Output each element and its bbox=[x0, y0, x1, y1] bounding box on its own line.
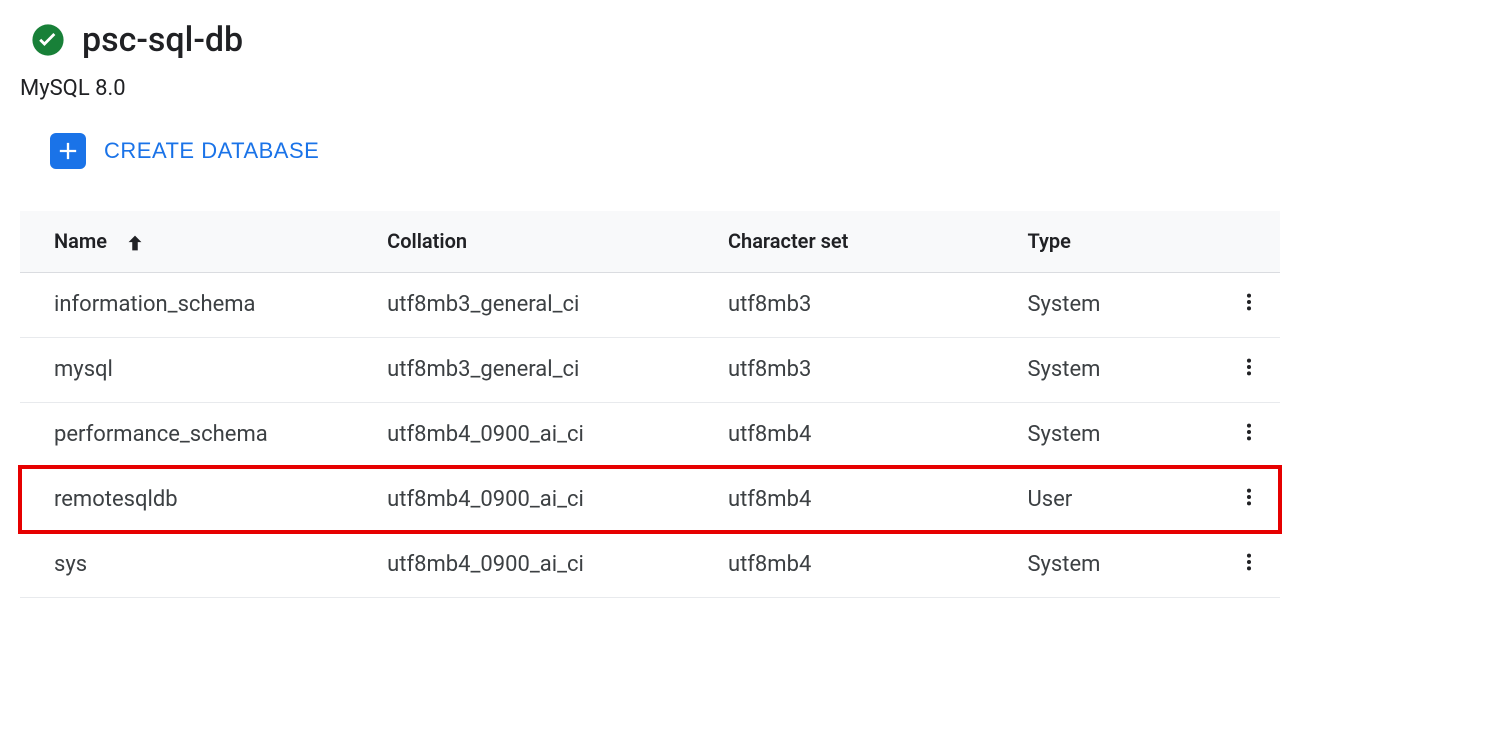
column-header-actions bbox=[1218, 211, 1280, 272]
databases-table: Name Collation Character set Type inform… bbox=[20, 211, 1280, 598]
type-cell: System bbox=[1011, 402, 1218, 467]
database-name-cell: remotesqldb bbox=[20, 467, 371, 532]
type-cell: System bbox=[1011, 532, 1218, 597]
more-vert-icon[interactable] bbox=[1238, 551, 1260, 573]
actions-cell bbox=[1218, 337, 1280, 402]
type-cell: System bbox=[1011, 272, 1218, 337]
collation-cell: utf8mb4_0900_ai_ci bbox=[371, 532, 712, 597]
instance-header: psc-sql-db bbox=[0, 20, 1503, 68]
table-row: performance_schemautf8mb4_0900_ai_ciutf8… bbox=[20, 402, 1280, 467]
database-name-cell: information_schema bbox=[20, 272, 371, 337]
actions-cell bbox=[1218, 532, 1280, 597]
sort-ascending-icon bbox=[124, 232, 146, 254]
database-name-cell: sys bbox=[20, 532, 371, 597]
table-row: mysqlutf8mb3_general_ciutf8mb3System bbox=[20, 337, 1280, 402]
charset-cell: utf8mb4 bbox=[712, 532, 1012, 597]
databases-table-container: Name Collation Character set Type inform… bbox=[20, 211, 1280, 598]
charset-cell: utf8mb3 bbox=[712, 272, 1012, 337]
plus-icon bbox=[50, 133, 86, 169]
table-row: remotesqldbutf8mb4_0900_ai_ciutf8mb4User bbox=[20, 467, 1280, 532]
column-header-charset[interactable]: Character set bbox=[712, 211, 1012, 272]
database-version: MySQL 8.0 bbox=[0, 68, 1503, 133]
instance-title: psc-sql-db bbox=[82, 20, 243, 60]
create-database-label: CREATE DATABASE bbox=[104, 138, 319, 164]
collation-cell: utf8mb3_general_ci bbox=[371, 337, 712, 402]
charset-cell: utf8mb4 bbox=[712, 467, 1012, 532]
more-vert-icon[interactable] bbox=[1238, 486, 1260, 508]
more-vert-icon[interactable] bbox=[1238, 356, 1260, 378]
actions-cell bbox=[1218, 467, 1280, 532]
database-name-cell: performance_schema bbox=[20, 402, 371, 467]
charset-cell: utf8mb4 bbox=[712, 402, 1012, 467]
column-header-name[interactable]: Name bbox=[20, 211, 371, 272]
column-header-collation[interactable]: Collation bbox=[371, 211, 712, 272]
column-header-type[interactable]: Type bbox=[1011, 211, 1218, 272]
column-header-name-label: Name bbox=[54, 229, 107, 253]
collation-cell: utf8mb4_0900_ai_ci bbox=[371, 467, 712, 532]
type-cell: User bbox=[1011, 467, 1218, 532]
charset-cell: utf8mb3 bbox=[712, 337, 1012, 402]
create-database-button[interactable]: CREATE DATABASE bbox=[0, 133, 339, 169]
more-vert-icon[interactable] bbox=[1238, 421, 1260, 443]
database-name-cell: mysql bbox=[20, 337, 371, 402]
type-cell: System bbox=[1011, 337, 1218, 402]
more-vert-icon[interactable] bbox=[1238, 291, 1260, 313]
status-running-icon bbox=[30, 22, 66, 58]
collation-cell: utf8mb3_general_ci bbox=[371, 272, 712, 337]
actions-cell bbox=[1218, 272, 1280, 337]
table-row: information_schemautf8mb3_general_ciutf8… bbox=[20, 272, 1280, 337]
table-row: sysutf8mb4_0900_ai_ciutf8mb4System bbox=[20, 532, 1280, 597]
table-header-row: Name Collation Character set Type bbox=[20, 211, 1280, 272]
actions-cell bbox=[1218, 402, 1280, 467]
collation-cell: utf8mb4_0900_ai_ci bbox=[371, 402, 712, 467]
